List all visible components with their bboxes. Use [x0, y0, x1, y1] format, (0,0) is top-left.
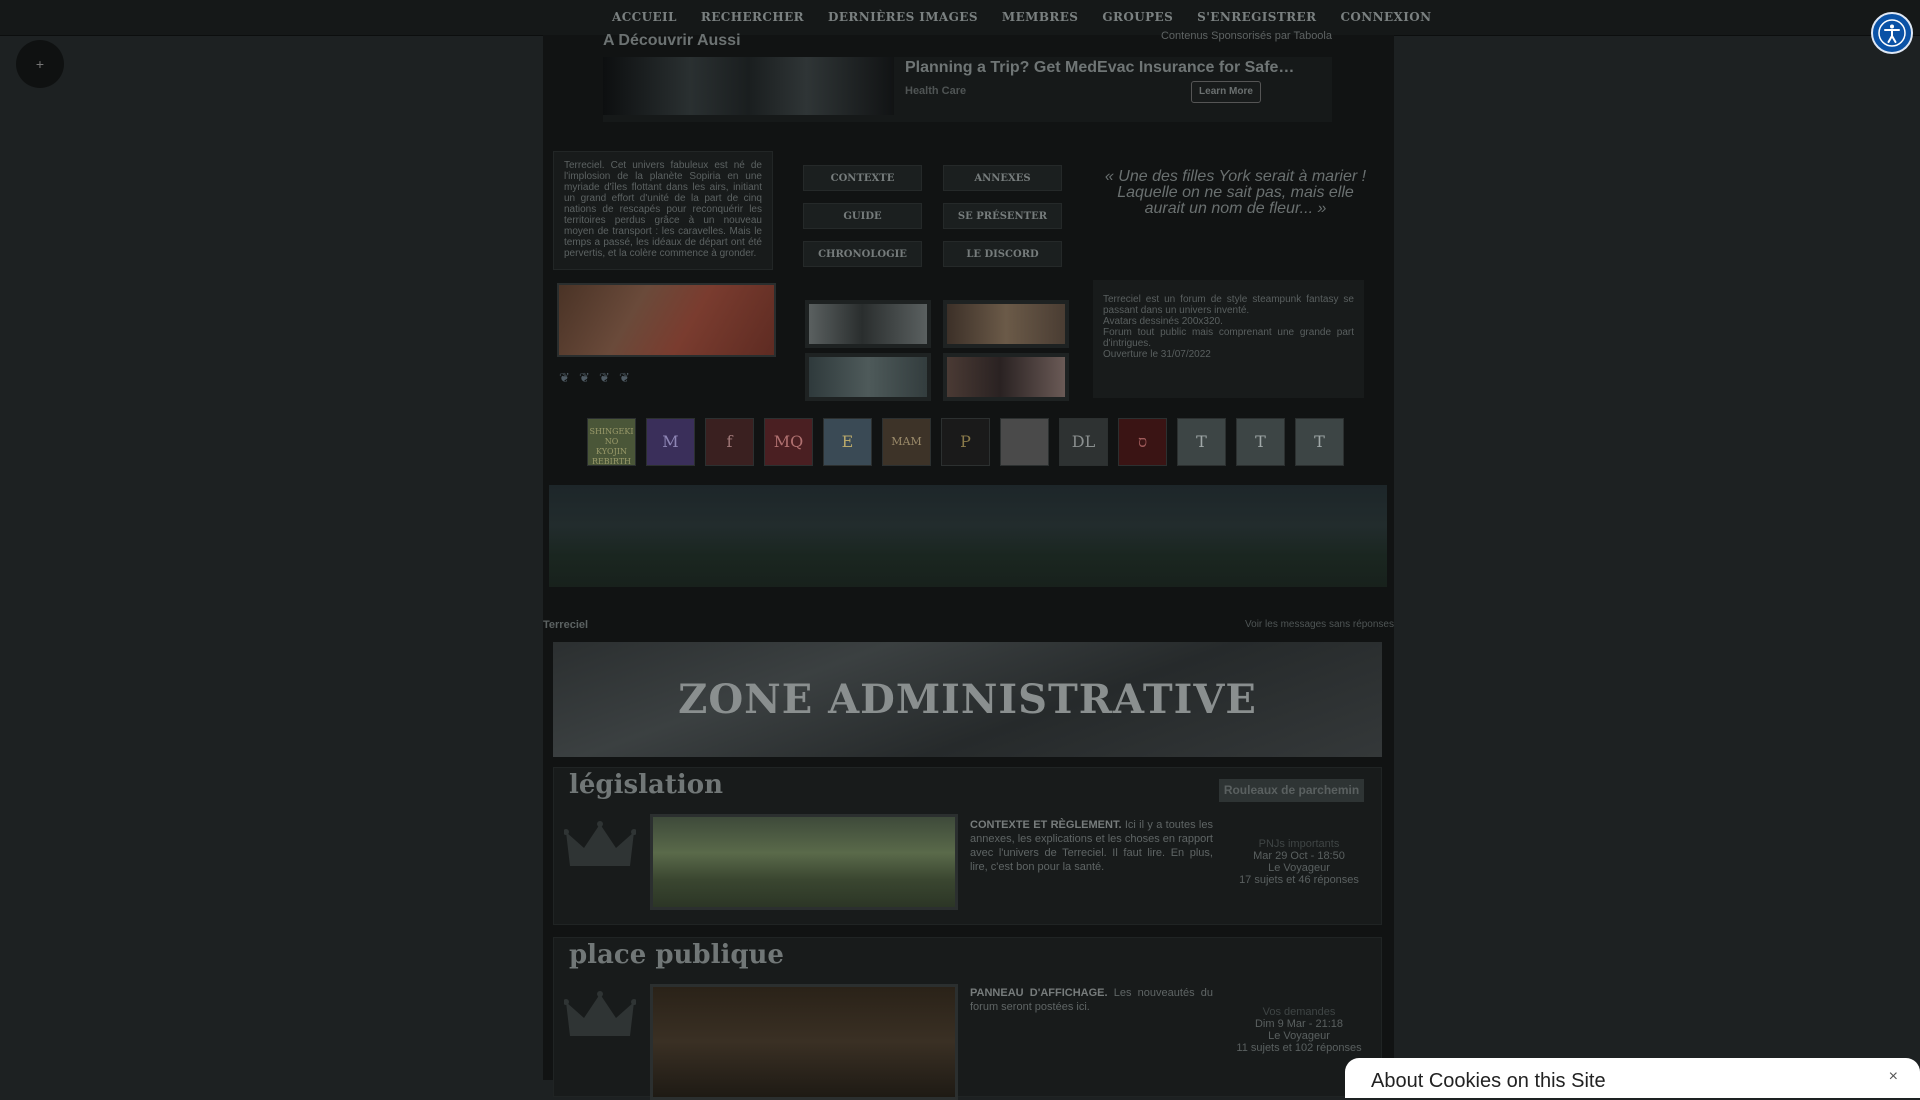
- info-line: Ouverture le 31/07/2022: [1103, 349, 1211, 360]
- character-thumbnail[interactable]: [943, 353, 1069, 401]
- accessibility-button[interactable]: [1871, 12, 1913, 54]
- menu-annexes[interactable]: ANNEXES: [943, 165, 1062, 191]
- menu-chronologie[interactable]: CHRONOLOGIE: [803, 241, 922, 267]
- featured-character-image[interactable]: [557, 283, 776, 357]
- forum-info: Terreciel est un forum de style steampun…: [1093, 280, 1364, 398]
- last-post-date: Mar 29 Oct - 18:50: [1253, 850, 1345, 862]
- partner-button[interactable]: MQ: [764, 418, 813, 466]
- ad-headline[interactable]: Planning a Trip? Get MedEvac Insurance f…: [905, 59, 1294, 77]
- cookie-title: About Cookies on this Site: [1371, 1070, 1606, 1092]
- sponsored-title: A Découvrir Aussi: [603, 32, 741, 49]
- partner-button[interactable]: [1000, 418, 1049, 466]
- character-thumbnail[interactable]: [805, 353, 931, 401]
- menu-guide[interactable]: GUIDE: [803, 203, 922, 229]
- partner-button[interactable]: MAM: [882, 418, 931, 466]
- info-line: Terreciel est un forum de style steampun…: [1103, 294, 1354, 316]
- menu-discord[interactable]: LE DISCORD: [943, 241, 1062, 267]
- crown-icon: [564, 821, 636, 866]
- accessibility-icon: [1878, 19, 1906, 47]
- menu-se-presenter[interactable]: SE PRÉSENTER: [943, 203, 1062, 229]
- forum-stats: 17 sujets et 46 réponses: [1239, 874, 1359, 886]
- forum-stats: 11 sujets et 102 réponses: [1236, 1042, 1362, 1054]
- partner-button[interactable]: T: [1236, 418, 1285, 466]
- partner-button[interactable]: f: [705, 418, 754, 466]
- category-title[interactable]: place publique: [569, 940, 784, 970]
- sponsored-by[interactable]: Contenus Sponsorisés par Taboola: [1161, 30, 1332, 42]
- character-thumbnail[interactable]: [805, 300, 931, 348]
- last-topic-link[interactable]: PNJs importants: [1234, 838, 1364, 850]
- forum-column: A Découvrir Aussi Contenus Sponsorisés p…: [543, 30, 1394, 1100]
- last-post-author[interactable]: Le Voyageur: [1234, 1030, 1364, 1042]
- featured-quote: « Une des filles York serait à marier ! …: [1104, 168, 1367, 217]
- unanswered-messages-link[interactable]: Voir les messages sans réponses: [1245, 619, 1394, 630]
- partner-button[interactable]: T: [1177, 418, 1226, 466]
- cookie-banner: About Cookies on this Site ×: [1345, 1058, 1920, 1098]
- landscape-banner: [549, 485, 1387, 587]
- dove-icons: ❦ ❦ ❦ ❦: [559, 370, 639, 385]
- info-line: Forum tout public mais comprenant une gr…: [1103, 327, 1354, 349]
- category-legislation: législation Rouleaux de parchemin CONTEX…: [553, 767, 1382, 925]
- breadcrumb[interactable]: Terreciel: [543, 619, 588, 631]
- category-place-publique: place publique PANNEAU D'AFFICHAGE. Les …: [553, 937, 1382, 1100]
- character-thumbnail[interactable]: [943, 300, 1069, 348]
- dove-icon[interactable]: ❦: [559, 370, 573, 385]
- partner-buttons: SHINGEKI NO KYOJIN REBIRTH M f MQ E MAM …: [587, 418, 1354, 466]
- last-topic-link[interactable]: Vos demandes: [1234, 1006, 1364, 1018]
- forum-description: PANNEAU D'AFFICHAGE. Les nouveautés du f…: [970, 986, 1213, 1014]
- learn-more-button[interactable]: Learn More: [1191, 81, 1261, 103]
- last-post-date: Dim 9 Mar - 21:18: [1254, 1018, 1344, 1030]
- partner-button[interactable]: ס: [1118, 418, 1167, 466]
- sponsored-ad[interactable]: Planning a Trip? Get MedEvac Insurance f…: [603, 57, 1332, 122]
- partner-button[interactable]: DL: [1059, 418, 1108, 466]
- partner-button[interactable]: P: [941, 418, 990, 466]
- forum-image[interactable]: [650, 984, 958, 1100]
- forum-title[interactable]: CONTEXTE ET RÈGLEMENT.: [970, 819, 1122, 831]
- category-tag[interactable]: Rouleaux de parchemin: [1219, 779, 1364, 802]
- ad-image[interactable]: [603, 57, 894, 115]
- forum-image[interactable]: [650, 814, 958, 910]
- crown-icon: [564, 991, 636, 1036]
- floating-plus-button[interactable]: +: [16, 40, 64, 88]
- nav-connexion[interactable]: CONNEXION: [1340, 10, 1431, 24]
- last-post-info: Vos demandes Dim 9 Mar - 21:18 Le Voyage…: [1234, 1006, 1364, 1054]
- zone-administrative-banner: ZONE ADMINISTRATIVE: [553, 642, 1382, 757]
- sponsored-block: A Découvrir Aussi Contenus Sponsorisés p…: [603, 0, 1332, 122]
- partner-button[interactable]: E: [823, 418, 872, 466]
- info-line: Avatars dessinés 200x320.: [1103, 316, 1223, 327]
- intro-text: Terreciel. Cet univers fabuleux est né d…: [553, 151, 773, 270]
- zone-title: ZONE ADMINISTRATIVE: [678, 676, 1257, 723]
- last-post-info: PNJs importants Mar 29 Oct - 18:50 Le Vo…: [1234, 838, 1364, 886]
- dove-icon[interactable]: ❦: [579, 370, 593, 385]
- partner-button[interactable]: M: [646, 418, 695, 466]
- forum-description: CONTEXTE ET RÈGLEMENT. Ici il y a toutes…: [970, 818, 1213, 874]
- forum-title[interactable]: PANNEAU D'AFFICHAGE.: [970, 987, 1108, 999]
- dove-icon[interactable]: ❦: [599, 370, 613, 385]
- dove-icon[interactable]: ❦: [619, 370, 633, 385]
- partner-button[interactable]: T: [1295, 418, 1344, 466]
- category-title[interactable]: législation: [569, 770, 723, 800]
- last-post-author[interactable]: Le Voyageur: [1234, 862, 1364, 874]
- partner-button[interactable]: SHINGEKI NO KYOJIN REBIRTH: [587, 418, 636, 466]
- close-icon[interactable]: ×: [1889, 1068, 1898, 1086]
- menu-contexte[interactable]: CONTEXTE: [803, 165, 922, 191]
- ad-category: Health Care: [905, 85, 967, 97]
